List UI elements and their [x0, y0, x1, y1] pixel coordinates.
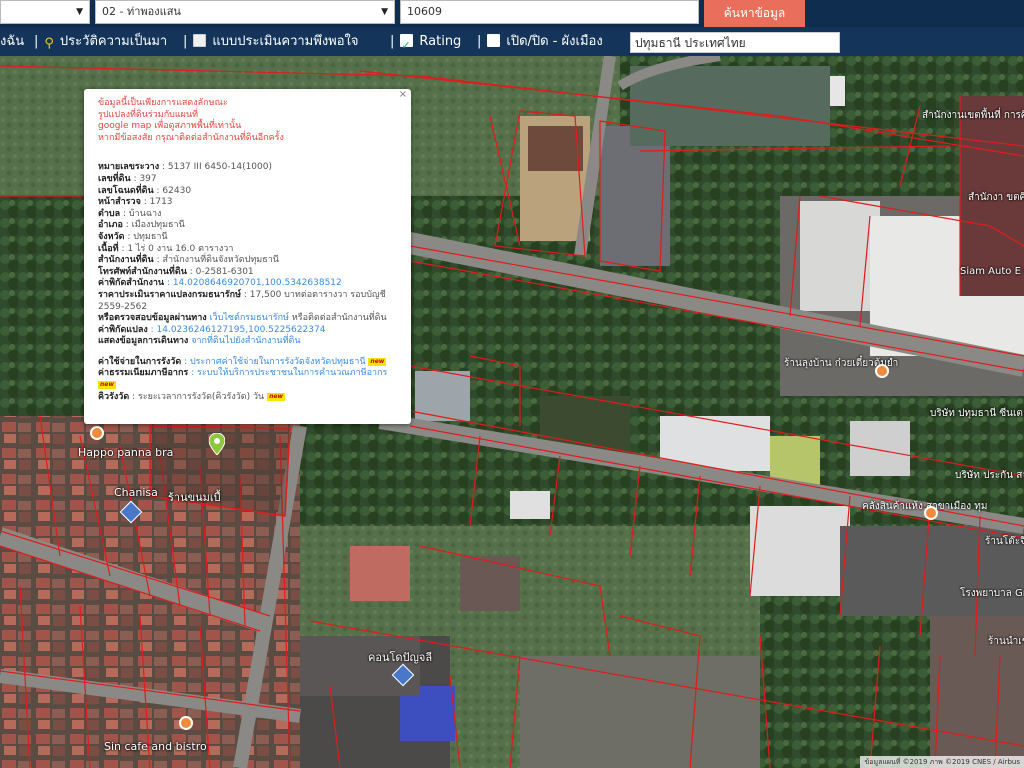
district-select[interactable]: 02 - ท่าพองแสน ▼: [95, 0, 395, 24]
field-land-number: เลขที่ดิน : 397: [98, 173, 157, 184]
treasury-link[interactable]: เว็บไซต์กรมธนารักษ์: [210, 313, 289, 323]
menu-separator: |: [390, 34, 395, 49]
location-search-input[interactable]: ปทุมธานี ประเทศไทย: [630, 32, 840, 53]
menu-item-manual[interactable]: งฉัน: [0, 27, 24, 56]
menu-separator: |: [183, 34, 188, 49]
map-label: สำนักงานเขตพื้นที่ การศึกษาประถม: [922, 110, 1024, 121]
field-survey-page: หน้าสำรวจ : 1713: [98, 197, 173, 208]
map-label: Sin cafe and bistro: [104, 740, 207, 753]
history-icon: ⚲: [44, 36, 54, 51]
map-label: คอนโดปัญจลี: [368, 651, 433, 664]
field-parcel-coords: ค่าพิกัดแปลง : 14.02362461271​95,100.522…: [98, 324, 326, 335]
parcel-marker-icon[interactable]: [209, 433, 225, 455]
field-route: แสดงข้อมูลการเดินทาง จากที่ดินไปยังสำนัก…: [98, 336, 301, 347]
tax-calc-link[interactable]: : ระบบให้บริการประชาชนในการคำนวณภาษีอากร: [191, 368, 387, 378]
map-label: สำนักงา ขตศึกษาประ: [968, 192, 1024, 203]
menu-item-rating-label: Rating: [419, 34, 462, 49]
map-label: Chanisa: [114, 486, 158, 499]
map-pin-icon[interactable]: [875, 364, 889, 378]
menu-item-survey-label: แบบประเมินความพึงพอใจ: [212, 34, 359, 49]
field-sheet-number: หมายเลขระวาง : 5137 III 6450-14(1000): [98, 162, 272, 173]
map-label: ร้านขนมเบื้: [168, 491, 221, 504]
map-label: บริษัท ประกัน สาขา: [955, 470, 1024, 481]
map-label: Happo panna bra: [78, 446, 174, 459]
new-badge: new: [267, 392, 285, 401]
field-check-online: หรือตรวจสอบข้อมูลผ่านทาง เว็บไซต์กรมธนาร…: [98, 313, 387, 324]
search-button[interactable]: ค้นหาข้อมูล: [704, 0, 805, 27]
chevron-down-icon: ▼: [381, 7, 388, 17]
map-pin-icon[interactable]: [924, 506, 938, 520]
district-select-value: 02 - ท่าพองแสน: [102, 5, 181, 18]
field-deed-number: เลขโฉนดที่ดิน : 62430: [98, 185, 192, 196]
map-pin-icon[interactable]: [179, 716, 193, 730]
field-land-office: สำนักงานที่ดิน : สำนักงานที่ดินจังหวัดปท…: [98, 255, 279, 266]
field-subdistrict: ตำบล : บ้านฉาง: [98, 208, 162, 219]
menu-item-zoning-toggle[interactable]: | เปิด/ปิด - ผังเมือง: [477, 27, 603, 56]
toggle-square-icon: [487, 34, 501, 47]
notice-line: google map เพื่อดูสภาพพื้นที่เท่านั้น: [98, 121, 242, 132]
notice-line: ข้อมูลนี้เป็นเพียงการแสดงลักษณะ: [98, 98, 228, 108]
map-label: บริษัท ปทุมธานี ซีนเตอร์ไพรม จำกัด: [930, 408, 1024, 419]
map-attribution: ข้อมูลแผนที่ ©2019 ภาพ ©2019 CNES / Airb…: [860, 756, 1024, 768]
map-label: Siam Auto E Car Ce: [960, 266, 1024, 277]
document-icon: [193, 34, 207, 47]
search-bar: ▼ 02 - ท่าพองแสน ▼ 10609 ค้นหาข้อมูล: [0, 0, 1024, 27]
field-province: จังหวัด : ปทุมธานี: [98, 231, 168, 242]
menu-item-manual-label: งฉัน: [0, 34, 25, 49]
menu-item-rating[interactable]: | Rating: [390, 27, 462, 60]
menu-bar: งฉัน | ⚲ ประวัติความเป็นมา | แบบประเมินความ…: [0, 27, 1024, 60]
map-label: ร้านนำเช: [988, 636, 1024, 647]
notice-line: รูปแปลงที่ดินร่วมกับแผนที่: [98, 109, 199, 120]
field-district: อำเภอ : เมืองปทุมธานี: [98, 220, 185, 231]
notice-line: หากมีข้อสงสัย กรุณาติดต่อสำนักงานที่ดินอ…: [98, 132, 284, 143]
field-office-coords: ค่าพิกัดสำนักงาน : 14.02086469207​01,100…: [98, 278, 342, 289]
menu-separator: |: [477, 34, 482, 49]
chevron-down-icon: ▼: [76, 7, 83, 17]
survey-fee-link[interactable]: : ประกาศค่าใช้จ่ายในการรังวัดจังหวัดปทุม…: [184, 357, 365, 367]
menu-item-survey[interactable]: | แบบประเมินความพึงพอใจ: [183, 27, 359, 56]
map-label: ร้านโต๊ะจีน: [985, 536, 1024, 547]
menu-separator: |: [34, 34, 39, 49]
map-label: โรงพยาบาล Green Anim: [960, 588, 1024, 599]
field-area: เนื้อที่ : 1 ไร่ 0 งาน 16.0 ตารางวา: [98, 243, 234, 254]
parcel-info-popup: × ข้อมูลนี้เป็นเพียงการแสดงลักษณะ รูปแปล…: [84, 89, 411, 424]
field-appraisal-price: ราคาประเมินราคาแปลงกรมธนารักษ์ : 17,500 …: [98, 289, 386, 312]
menu-item-zoning-label: เปิด/ปิด - ผังเมือง: [506, 34, 603, 49]
map-pin-icon[interactable]: [90, 426, 104, 440]
field-office-phone: โทรศัพท์สำนักงานที่ดิน : 0-2581-6301: [98, 266, 254, 277]
route-link[interactable]: จากที่ดินไปยังสำนักงานที่ดิน: [191, 336, 300, 346]
menu-item-history[interactable]: | ⚲ ประวัติความเป็นมา: [34, 27, 167, 56]
field-tax-fee: ค่าธรรมเนียมภาษีอากร : ระบบให้บริการประช…: [98, 368, 388, 390]
field-survey-queue: คิวรังวัด : ระยะเวลาการรังวัด(คิวรังวัด)…: [98, 391, 285, 402]
field-survey-fee: ค่าใช้จ่ายในการรังวัด : ประกาศค่าใช้จ่าย…: [98, 356, 387, 367]
menu-item-history-label: ประวัติความเป็นมา: [59, 34, 168, 49]
checkbox-icon: [400, 31, 414, 60]
new-badge: new: [98, 381, 116, 390]
parcel-number-input[interactable]: 10609: [400, 0, 699, 24]
province-select[interactable]: ▼: [0, 0, 90, 24]
new-badge: new: [368, 357, 387, 366]
